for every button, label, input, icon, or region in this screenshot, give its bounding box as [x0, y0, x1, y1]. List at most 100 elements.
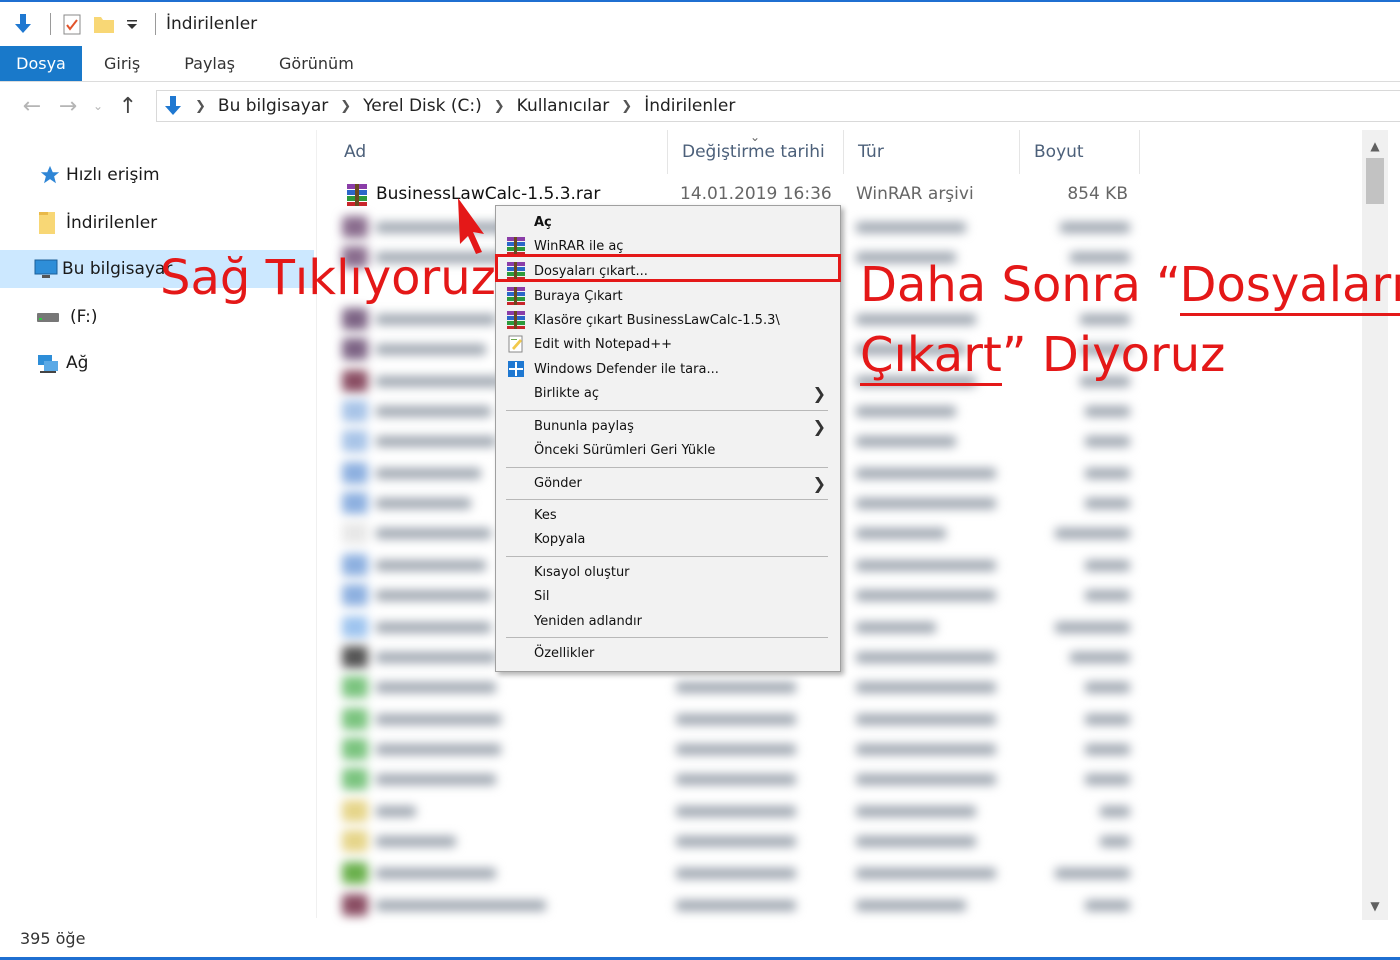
menu-item-send-to[interactable]: Gönder ❯	[496, 471, 840, 495]
title-bar: İndirilenler	[0, 0, 1400, 46]
menu-item-open[interactable]: Aç	[496, 210, 840, 234]
tab-home[interactable]: Giriş	[82, 46, 162, 81]
recent-locations-icon[interactable]: ⌄	[86, 88, 110, 124]
customize-dropdown-icon[interactable]	[123, 11, 141, 37]
menu-item-label: Edit with Notepad++	[534, 336, 673, 352]
navigation-bar: ← → ⌄ ↑ ❯ Bu bilgisayar ❯ Yerel Disk (C:…	[0, 82, 1400, 130]
menu-item-label: Sil	[534, 588, 550, 604]
ribbon-tabs: Dosya Giriş Paylaş Görünüm	[0, 46, 1400, 82]
menu-item-label: Özellikler	[534, 645, 595, 661]
menu-item-copy[interactable]: Kopyala	[496, 527, 840, 551]
forward-arrow-icon[interactable]: →	[50, 88, 86, 124]
new-folder-icon[interactable]	[91, 11, 117, 37]
chevron-right-icon[interactable]: ❯	[189, 99, 212, 114]
chevron-right-icon[interactable]: ❯	[488, 99, 511, 114]
folder-icon	[34, 209, 62, 237]
menu-separator	[506, 467, 828, 468]
nav-item-label: Hızlı erişim	[66, 165, 160, 185]
notepad-icon	[506, 334, 526, 354]
blurred-row	[340, 894, 1140, 916]
scroll-down-icon[interactable]: ▼	[1362, 894, 1388, 918]
nav-item-downloads[interactable]: İndirilenler	[0, 204, 314, 242]
nav-item-label: Bu bilgisayar	[62, 259, 173, 279]
breadcrumb-users[interactable]: Kullanıcılar	[511, 96, 616, 116]
defender-icon	[506, 359, 526, 379]
menu-item-label: Kopyala	[534, 531, 586, 547]
menu-item-delete[interactable]: Sil	[496, 584, 840, 608]
menu-item-open-with[interactable]: Birlikte aç ❯	[496, 381, 840, 405]
computer-icon	[32, 255, 60, 283]
drive-icon	[34, 303, 62, 331]
menu-item-create-shortcut[interactable]: Kısayol oluştur	[496, 560, 840, 584]
column-header-size[interactable]: Boyut	[1020, 130, 1140, 174]
annotation-prefix: Daha Sonra “	[860, 257, 1180, 313]
file-date: 14.01.2019 16:36	[680, 184, 832, 204]
menu-separator	[506, 410, 828, 411]
nav-item-quick-access[interactable]: Hızlı erişim	[0, 156, 314, 194]
network-icon	[34, 349, 62, 377]
blurred-row	[340, 708, 1140, 730]
chevron-right-icon[interactable]: ❯	[334, 99, 357, 114]
highlight-box	[495, 254, 841, 282]
menu-item-label: Kısayol oluştur	[534, 564, 630, 580]
menu-item-extract-here[interactable]: Buraya Çıkart	[496, 284, 840, 308]
chevron-right-icon: ❯	[812, 383, 826, 403]
menu-item-label: Windows Defender ile tara...	[534, 361, 719, 377]
menu-item-properties[interactable]: Özellikler	[496, 641, 840, 665]
menu-item-edit-notepad[interactable]: Edit with Notepad++	[496, 332, 840, 356]
status-bar: 395 öğe	[0, 920, 1400, 960]
navigation-pane: Hızlı erişim İndirilenler Bu bilgisayar …	[0, 130, 316, 918]
window-title: İndirilenler	[166, 14, 258, 34]
breadcrumb-local-disk[interactable]: Yerel Disk (C:)	[357, 96, 488, 116]
menu-separator	[506, 637, 828, 638]
nav-item-label: (F:)	[70, 307, 98, 327]
winrar-icon	[506, 236, 526, 256]
winrar-icon	[506, 286, 526, 306]
properties-icon[interactable]	[59, 11, 85, 37]
tab-file[interactable]: Dosya	[0, 46, 82, 81]
blurred-row	[340, 676, 1140, 698]
annotation-extract-instruction: Daha Sonra “Dosyaları Çıkart” Diyoruz	[860, 250, 1400, 390]
annotation-underlined-word: Çıkart	[860, 327, 1002, 386]
pane-divider	[316, 130, 317, 918]
back-arrow-icon[interactable]: ←	[14, 88, 50, 124]
menu-item-restore-versions[interactable]: Önceki Sürümleri Geri Yükle	[496, 438, 840, 462]
down-arrow-icon[interactable]	[10, 11, 36, 37]
tab-share[interactable]: Paylaş	[162, 46, 257, 81]
menu-item-defender-scan[interactable]: Windows Defender ile tara...	[496, 357, 840, 381]
menu-item-label: Yeniden adlandır	[534, 613, 642, 629]
menu-item-cut[interactable]: Kes	[496, 503, 840, 527]
up-arrow-icon[interactable]: ↑	[110, 88, 146, 124]
menu-item-label: Buraya Çıkart	[534, 288, 623, 304]
menu-item-share-with[interactable]: Bununla paylaş ❯	[496, 414, 840, 438]
vertical-scrollbar[interactable]: ▲ ▼	[1362, 130, 1388, 920]
blurred-row	[340, 768, 1140, 790]
breadcrumb-downloads[interactable]: İndirilenler	[638, 96, 741, 116]
address-bar[interactable]: ❯ Bu bilgisayar ❯ Yerel Disk (C:) ❯ Kull…	[156, 90, 1400, 122]
column-header-name[interactable]: Ad	[330, 130, 668, 174]
chevron-right-icon[interactable]: ❯	[615, 99, 638, 114]
breadcrumb-this-pc[interactable]: Bu bilgisayar	[212, 96, 334, 116]
column-headers: Ad Değiştirme tarihi Tür Boyut ⌄	[330, 130, 1360, 174]
menu-separator	[506, 556, 828, 557]
winrar-icon	[506, 310, 526, 330]
menu-separator	[506, 499, 828, 500]
menu-item-label: Gönder	[534, 475, 582, 491]
nav-item-label: İndirilenler	[66, 213, 158, 233]
sort-chevron-icon: ⌄	[750, 130, 761, 144]
tab-view[interactable]: Görünüm	[257, 46, 376, 81]
scroll-thumb[interactable]	[1366, 158, 1384, 204]
scroll-up-icon[interactable]: ▲	[1362, 134, 1388, 158]
file-size: 854 KB	[1067, 184, 1128, 204]
nav-item-label: Ağ	[66, 353, 89, 373]
location-arrow-icon	[161, 94, 185, 118]
menu-item-label: Aç	[534, 214, 552, 230]
item-count: 395 öğe	[20, 929, 86, 948]
nav-item-network[interactable]: Ağ	[0, 344, 314, 382]
annotation-suffix: ” Diyoruz	[1001, 327, 1226, 383]
menu-item-label: Kes	[534, 507, 557, 523]
menu-item-extract-to-folder[interactable]: Klasöre çıkart BusinessLawCalc-1.5.3\	[496, 308, 840, 332]
menu-item-rename[interactable]: Yeniden adlandır	[496, 609, 840, 633]
annotation-underlined-word: Dosyaları	[1179, 257, 1400, 316]
column-header-type[interactable]: Tür	[844, 130, 1020, 174]
